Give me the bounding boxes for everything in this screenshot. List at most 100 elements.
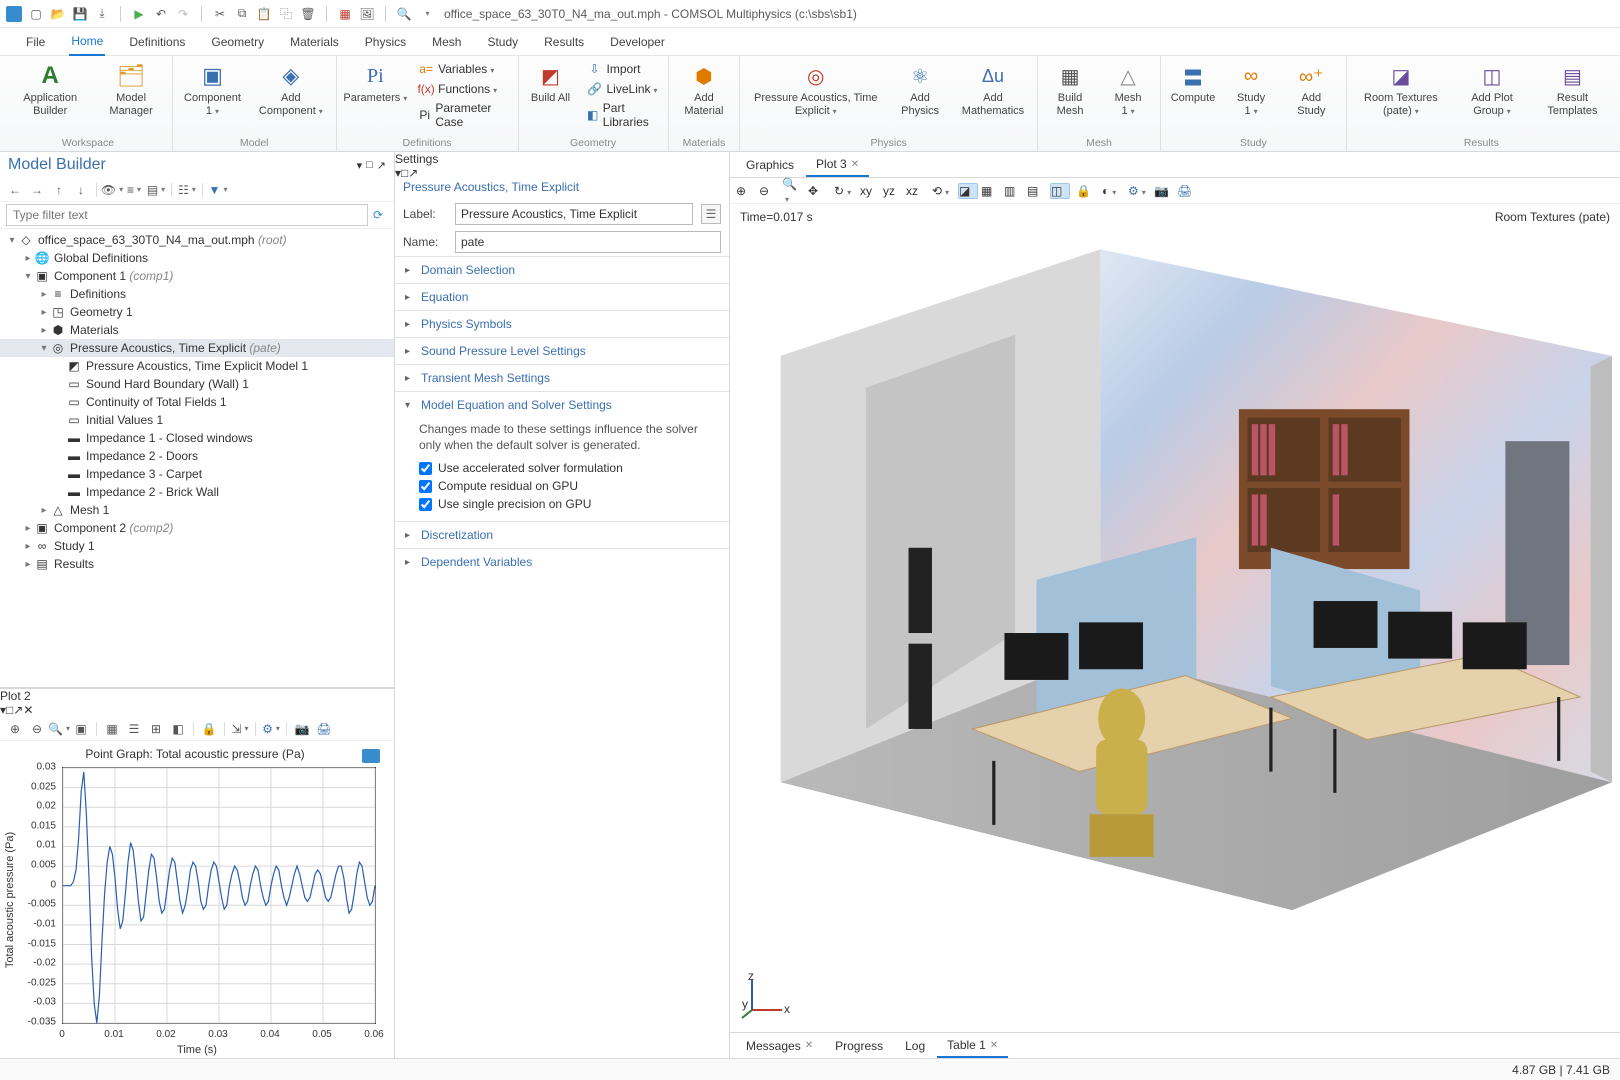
checkbox[interactable] [419,480,432,493]
expand-icon[interactable]: ▤ [147,181,165,199]
collapse-icon[interactable]: ≡ [125,181,143,199]
parameter-case-button[interactable]: PiParameter Case [416,100,509,130]
cut-icon[interactable]: ✂ [212,6,228,22]
menu-physics[interactable]: Physics [363,31,408,55]
print-icon[interactable]: 🖨 [1177,184,1197,198]
redo-icon[interactable]: ↷ [175,6,191,22]
study-button[interactable]: ∞Study 1 [1227,60,1275,119]
sel-edge-icon[interactable]: ▥ [1004,184,1024,198]
checkbox-row[interactable]: Use accelerated solver formulation [419,459,717,477]
tree-node[interactable]: ▬Impedance 2 - Brick Wall [0,483,394,501]
menu-file[interactable]: File [24,31,47,55]
duplicate-icon[interactable]: ⿻ [278,6,294,22]
menu-developer[interactable]: Developer [608,31,667,55]
add-math-button[interactable]: ΔuAdd Mathematics [957,60,1029,119]
forward-icon[interactable]: → [28,181,46,199]
zoom-out-icon[interactable]: ⊖ [28,720,46,738]
detach-icon[interactable]: ↗ [377,159,386,172]
show-icon[interactable]: 👁 [103,181,121,199]
axes-icon[interactable]: ⊞ [147,720,165,738]
section-header[interactable]: ▸Discretization [395,522,729,548]
saveas-icon[interactable]: ⤓ [94,6,110,22]
menu-home[interactable]: Home [69,30,105,56]
tree-node[interactable]: ▾◇office_space_63_30T0_N4_ma_out.mph (ro… [0,231,394,249]
save-icon[interactable]: 💾 [72,6,88,22]
result-templates-button[interactable]: ▤Result Templates [1537,60,1608,119]
section-header[interactable]: ▸Physics Symbols [395,311,729,337]
close-icon[interactable]: ✕ [851,159,859,170]
model-tree[interactable]: ▾◇office_space_63_30T0_N4_ma_out.mph (ro… [0,229,394,687]
tree-node[interactable]: ▸⬢Materials [0,321,394,339]
tab-graphics[interactable]: Graphics [736,154,804,176]
run-icon[interactable]: ▶ [131,6,147,22]
undo-icon[interactable]: ↶ [153,6,169,22]
functions-button[interactable]: f(x)Functions [416,80,509,98]
copy-icon[interactable]: ⧉ [234,6,250,22]
tree-node[interactable]: ▭Sound Hard Boundary (Wall) 1 [0,375,394,393]
tree-display-icon[interactable]: ☷ [178,181,196,199]
print-icon[interactable]: 🖨 [315,720,333,738]
add-component-button[interactable]: ◈Add Component [254,60,327,119]
zoom-box-icon[interactable]: 🔍 [782,177,802,205]
parameters-button[interactable]: PiParameters [345,60,407,107]
menu-definitions[interactable]: Definitions [127,31,187,55]
detach-icon[interactable]: ↗ [408,166,418,180]
paste-icon[interactable]: 📋 [256,6,272,22]
rotate-icon[interactable]: ↻ [834,184,854,198]
component-button[interactable]: ▣Component 1 [181,60,244,119]
marker-icon[interactable]: ◧ [169,720,187,738]
tree-node[interactable]: ▾◎Pressure Acoustics, Time Explicit (pat… [0,339,394,357]
legend-icon[interactable] [362,749,380,763]
close-icon[interactable]: ✕ [805,1040,813,1051]
filter-icon[interactable]: ▼ [209,181,227,199]
checkbox-row[interactable]: Use single precision on GPU [419,495,717,513]
compute-button[interactable]: 〓Compute [1169,60,1217,107]
lock-icon[interactable]: 🔒 [200,720,218,738]
add-plot-group-button[interactable]: ◫Add Plot Group [1457,60,1527,119]
view-xz-icon[interactable]: xz [906,184,926,198]
tab-log[interactable]: Log [895,1035,935,1057]
mesh-button[interactable]: △Mesh 1 [1104,60,1152,119]
scene-light-icon[interactable]: ◐ [1102,184,1122,198]
qat-more-icon[interactable] [418,6,434,22]
checkbox[interactable] [419,462,432,475]
label-input[interactable] [455,203,693,225]
tree-node[interactable]: ▸▣Component 2 (comp2) [0,519,394,537]
move-icon[interactable]: ✥ [808,184,828,198]
graphics-canvas[interactable]: Time=0.017 s Room Textures (pate) [730,204,1620,1032]
name-input[interactable] [455,231,721,253]
add-study-button[interactable]: ∞⁺Add Study [1285,60,1338,119]
tree-node[interactable]: ▭Continuity of Total Fields 1 [0,393,394,411]
import-button[interactable]: ⇩Import [585,60,660,78]
tree-node[interactable]: ▸△Mesh 1 [0,501,394,519]
section-header[interactable]: ▸Sound Pressure Level Settings [395,338,729,364]
refresh-icon[interactable]: ⟳ [368,208,388,222]
tree-node[interactable]: ◩Pressure Acoustics, Time Explicit Model… [0,357,394,375]
variables-button[interactable]: a=Variables [416,60,509,78]
section-header[interactable]: ▸Transient Mesh Settings [395,365,729,391]
tab-messages[interactable]: Messages✕ [736,1035,823,1057]
tab-plot3[interactable]: Plot 3✕ [806,153,869,177]
menu-study[interactable]: Study [485,31,520,55]
minimize-icon[interactable]: ▾ [357,159,363,172]
down-icon[interactable]: ↓ [72,181,90,199]
tree-filter-input[interactable] [6,204,368,226]
back-icon[interactable]: ← [6,181,24,199]
new-icon[interactable]: ▢ [28,6,44,22]
snapshot-icon[interactable]: 📷 [293,720,311,738]
build-all-button[interactable]: ◩Build All [527,60,575,107]
maximize-icon[interactable]: □ [366,159,373,172]
sel-point-icon[interactable]: ▤ [1027,184,1047,198]
zoom-out-icon[interactable]: ⊖ [759,184,779,198]
zoom-in-icon[interactable]: ⊕ [736,184,756,198]
add-physics-button[interactable]: ⚛Add Physics [893,60,947,119]
menu-mesh[interactable]: Mesh [430,31,463,55]
tree-node[interactable]: ▸∞Study 1 [0,537,394,555]
menu-results[interactable]: Results [542,31,586,55]
view-yz-icon[interactable]: yz [883,184,903,198]
tree-node[interactable]: ▬Impedance 1 - Closed windows [0,429,394,447]
snapshot-icon[interactable]: 📷 [1154,184,1174,198]
image-icon[interactable]: 🖼 [359,6,375,22]
zoom-box-icon[interactable]: 🔍 [50,720,68,738]
gear-icon[interactable]: ⚙ [1128,184,1148,198]
